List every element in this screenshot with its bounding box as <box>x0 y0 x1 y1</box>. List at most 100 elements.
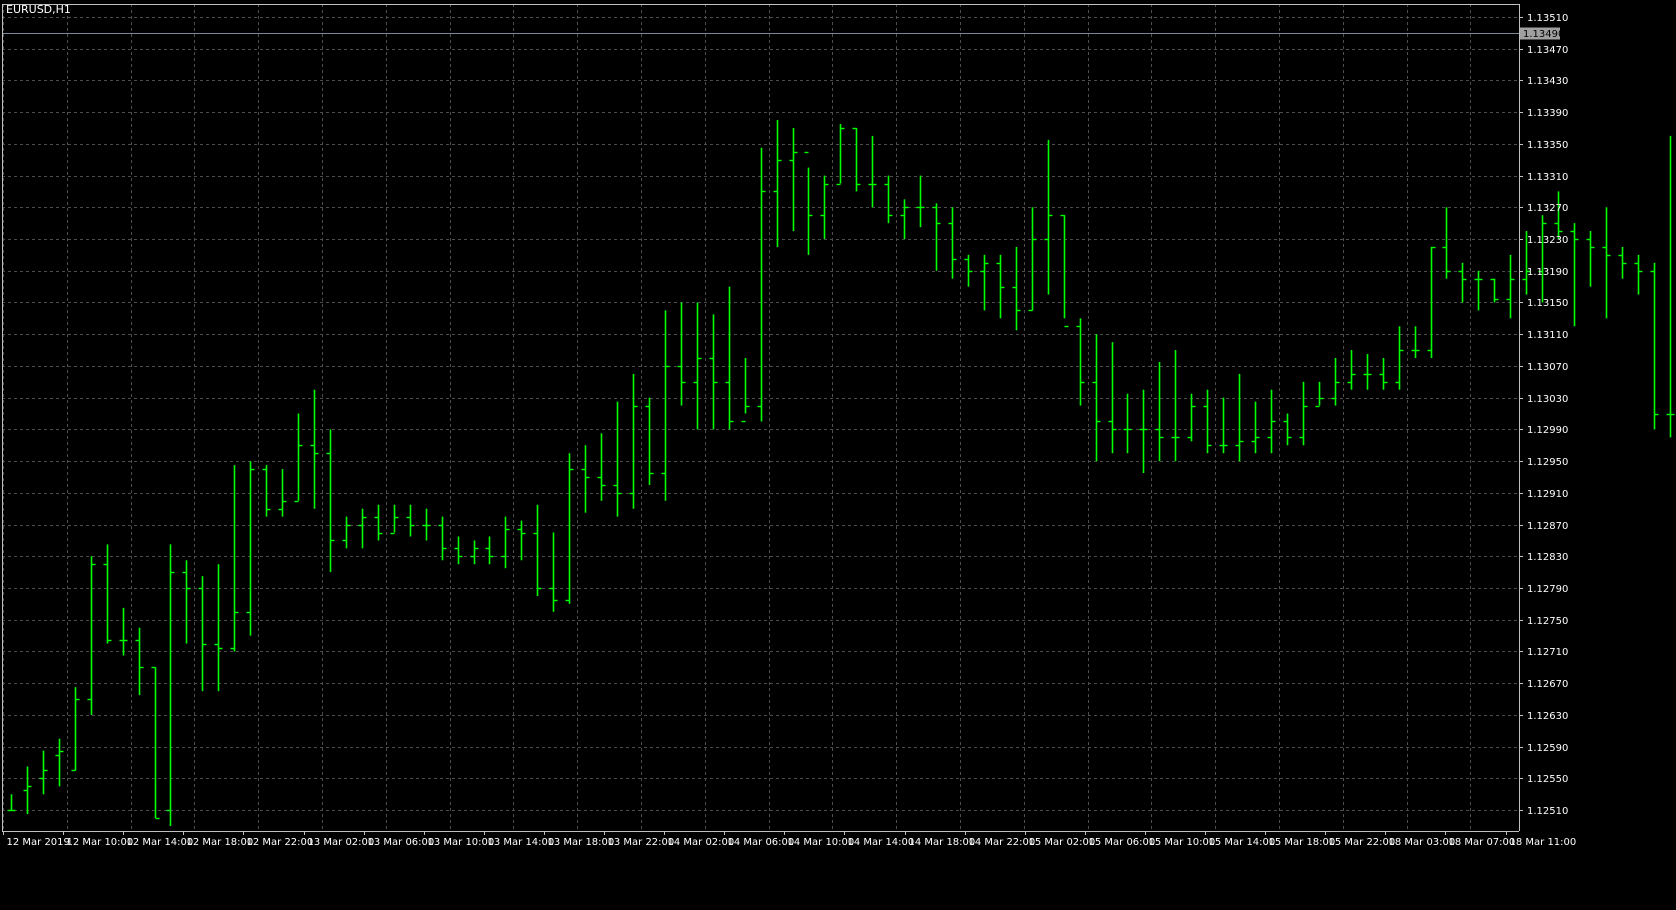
ohlc-bar <box>1331 358 1340 406</box>
ohlc-bar <box>1458 262 1467 303</box>
x-tick-label: 13 Mar 22:00 <box>608 837 675 848</box>
bar-layer <box>7 120 1675 826</box>
ohlc-bar <box>55 738 64 787</box>
ohlc-bar <box>549 532 558 612</box>
x-tick-label: 14 Mar 02:00 <box>668 837 735 848</box>
ohlc-bar <box>1060 214 1069 328</box>
ohlc-bar <box>1028 207 1037 312</box>
ohlc-bar <box>964 254 973 287</box>
ohlc-bar <box>1650 262 1659 430</box>
ohlc-bar <box>151 666 160 820</box>
ohlc-bar <box>773 120 782 247</box>
y-tick-label: 1.12710 <box>1527 647 1568 658</box>
x-tick-label: 15 Mar 10:00 <box>1149 837 1216 848</box>
current-price-label: 1.13490 <box>1523 29 1564 40</box>
y-tick-label: 1.13470 <box>1527 45 1568 56</box>
x-tick-label: 14 Mar 14:00 <box>848 837 915 848</box>
ohlc-bar <box>932 203 941 271</box>
ohlc-bar <box>1155 361 1164 462</box>
x-tick-label: 15 Mar 14:00 <box>1209 837 1276 848</box>
ohlc-bar <box>868 135 877 208</box>
x-tick-label: 14 Mar 18:00 <box>909 837 976 848</box>
ohlc-bar <box>182 560 191 644</box>
ohlc-bar <box>581 445 590 513</box>
x-tick-label: 14 Mar 22:00 <box>969 837 1036 848</box>
ohlc-bar <box>390 504 399 535</box>
ohlc-bar <box>1442 207 1451 279</box>
ohlc-bar <box>1666 135 1675 438</box>
ohlc-bar <box>1395 326 1404 390</box>
ohlc-bar <box>725 286 734 430</box>
ohlc-bar <box>7 794 16 812</box>
y-tick-label: 1.12510 <box>1527 806 1568 817</box>
ohlc-bar <box>374 504 383 541</box>
ohlc-bar <box>789 127 798 232</box>
ohlc-bar <box>1187 393 1196 442</box>
y-tick-label: 1.12990 <box>1527 425 1568 436</box>
x-tick-label: 15 Mar 18:00 <box>1269 837 1336 848</box>
y-tick-label: 1.12590 <box>1527 743 1568 754</box>
ohlc-bar <box>1570 223 1579 327</box>
x-tick-label: 14 Mar 06:00 <box>728 837 795 848</box>
ohlc-bar <box>996 254 1005 319</box>
ohlc-bar <box>1139 389 1148 474</box>
y-tick-label: 1.12670 <box>1527 679 1568 690</box>
ohlc-bar <box>1092 334 1101 462</box>
y-tick-label: 1.13190 <box>1527 267 1568 278</box>
ohlc-bar <box>1602 207 1611 319</box>
x-tick-label: 13 Mar 02:00 <box>308 837 375 848</box>
ohlc-bar <box>613 401 622 517</box>
ohlc-bar <box>1108 342 1117 454</box>
grid-layer <box>2 4 1519 831</box>
ohlc-bar <box>1203 389 1212 454</box>
ohlc-bar <box>310 389 319 509</box>
chart-window[interactable]: EURUSD,H1 1.13510 1.13470 1.13430 1.13390 1.… <box>0 0 1676 910</box>
ohlc-bar <box>1618 246 1627 279</box>
ohlc-bar <box>1379 358 1388 390</box>
ohlc-bar <box>1299 381 1308 446</box>
x-tick-label: 12 Mar 2019 <box>7 837 70 848</box>
x-tick-label: 15 Mar 22:00 <box>1329 837 1396 848</box>
y-tick-label: 1.13350 <box>1527 140 1568 151</box>
axis-layer: 1.13510 1.13470 1.13430 1.13390 1.13350 1.133… <box>2 4 1576 848</box>
price-chart[interactable]: 1.13510 1.13470 1.13430 1.13390 1.13350 1.133… <box>0 0 1676 910</box>
ohlc-bar <box>1586 231 1595 287</box>
ohlc-bar <box>597 433 606 501</box>
ohlc-bar <box>103 544 112 644</box>
ohlc-bar <box>166 544 175 826</box>
ohlc-bar <box>1315 381 1324 408</box>
y-tick-label: 1.13310 <box>1527 172 1568 183</box>
ohlc-bar <box>454 536 463 565</box>
ohlc-bar <box>629 373 638 509</box>
ohlc-bar <box>884 175 893 224</box>
ohlc-bar <box>39 750 48 795</box>
ohlc-bar <box>645 397 654 485</box>
ohlc-bar <box>1538 215 1547 303</box>
y-tick-label: 1.13030 <box>1527 394 1568 405</box>
ohlc-bar <box>565 453 574 604</box>
ohlc-bar <box>438 516 447 561</box>
ohlc-bar <box>1347 350 1356 390</box>
ohlc-bar <box>406 504 415 537</box>
ohlc-bar <box>757 147 766 422</box>
ohlc-bar <box>485 536 494 565</box>
y-tick-label: 1.13430 <box>1527 76 1568 87</box>
ohlc-bar <box>342 516 351 549</box>
ohlc-bar <box>119 607 128 656</box>
ohlc-bar <box>661 310 670 501</box>
ohlc-bar <box>358 508 367 549</box>
ohlc-bar <box>900 199 909 240</box>
x-tick-label: 14 Mar 10:00 <box>788 837 855 848</box>
y-tick-label: 1.12950 <box>1527 457 1568 468</box>
ohlc-bar <box>326 429 335 573</box>
ohlc-bar <box>1554 191 1563 240</box>
ohlc-bar <box>741 358 750 423</box>
ohlc-bar <box>1044 139 1053 295</box>
x-tick-label: 18 Mar 11:00 <box>1510 837 1577 848</box>
ohlc-bar <box>1235 373 1244 462</box>
x-tick-label: 15 Mar 02:00 <box>1029 837 1096 848</box>
y-tick-label: 1.13070 <box>1527 362 1568 373</box>
ohlc-bar <box>1123 393 1132 454</box>
ohlc-bar <box>1634 254 1643 295</box>
ohlc-bar <box>1411 326 1420 359</box>
